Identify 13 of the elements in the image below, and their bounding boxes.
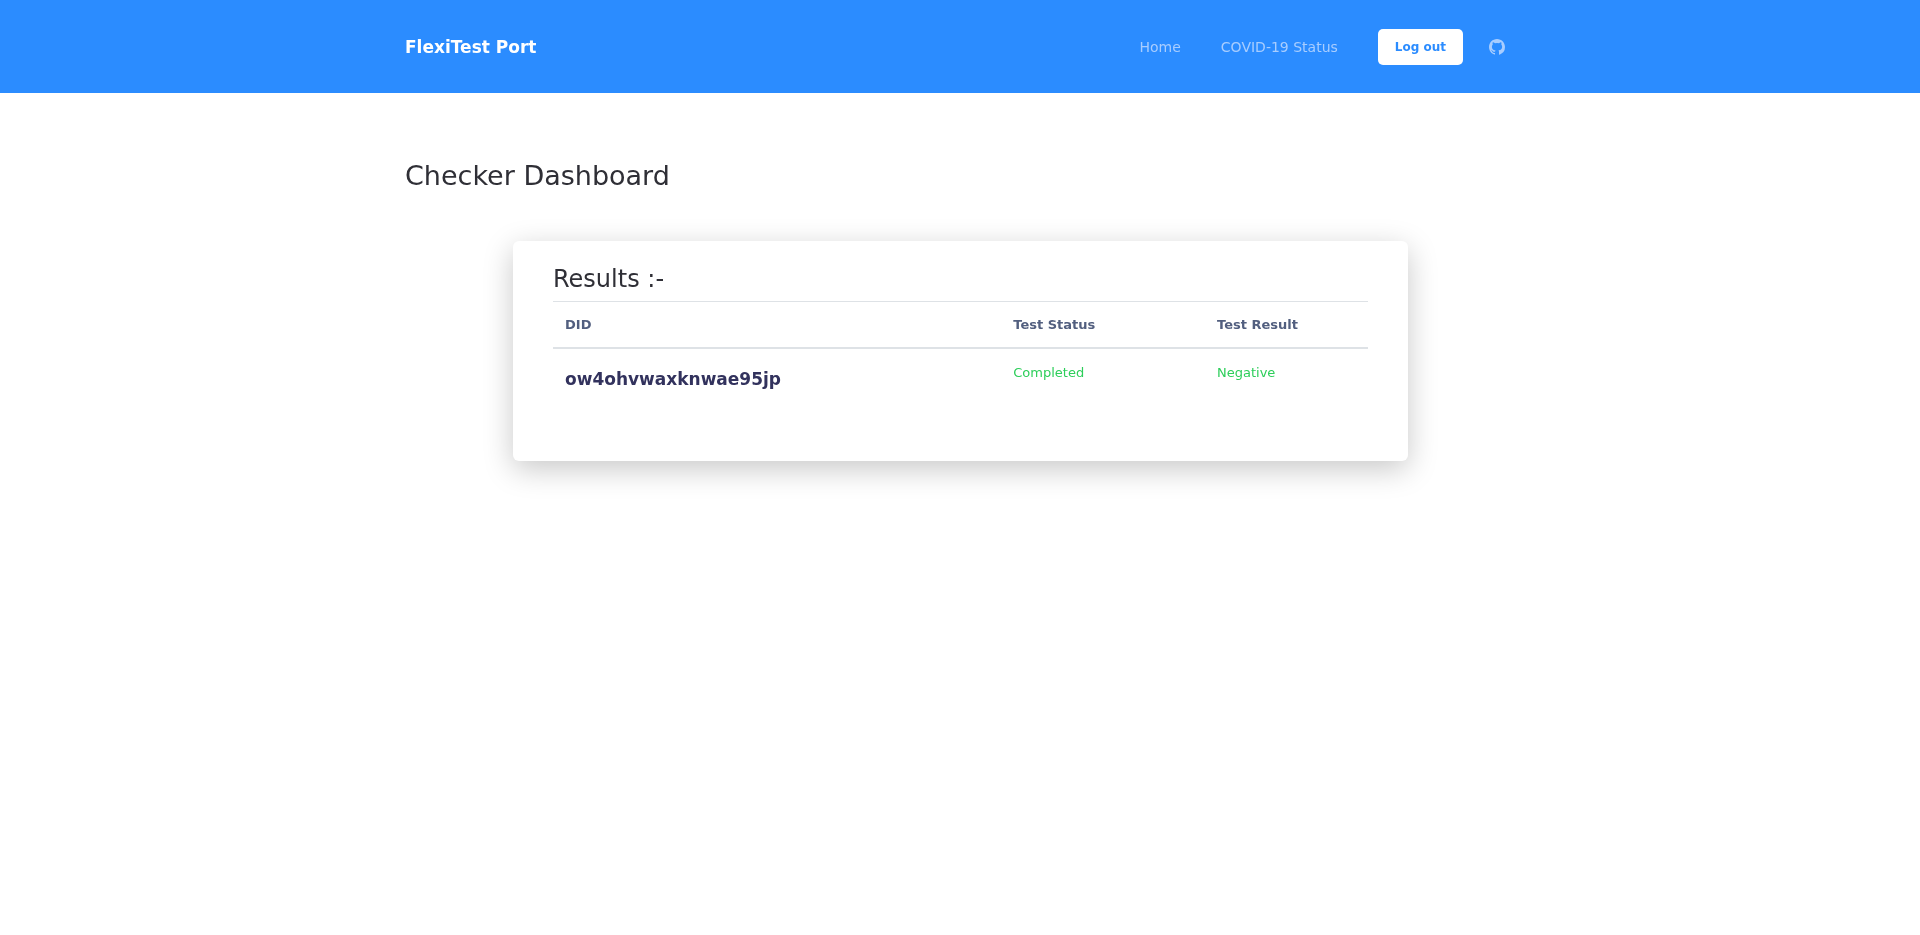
nav-link[interactable]: Home bbox=[1139, 38, 1181, 55]
table-cell: Negative bbox=[1205, 348, 1368, 405]
column-header: Test Result bbox=[1205, 301, 1368, 348]
table-cell: Completed bbox=[1001, 348, 1205, 405]
nav-link[interactable]: COVID-19 Status bbox=[1220, 38, 1338, 55]
column-header: DID bbox=[553, 301, 1002, 348]
page-title: Checker Dashboard bbox=[405, 160, 671, 191]
column-header: Test Status bbox=[1001, 301, 1205, 348]
github-icon[interactable] bbox=[1489, 38, 1505, 55]
logout-button[interactable]: Log out bbox=[1377, 28, 1463, 65]
table-cell: ow4ohvwaxknwae95jp bbox=[553, 348, 1002, 405]
card-title: Results :- bbox=[553, 265, 666, 293]
brand-title[interactable]: FlexiTest Port bbox=[405, 36, 537, 57]
